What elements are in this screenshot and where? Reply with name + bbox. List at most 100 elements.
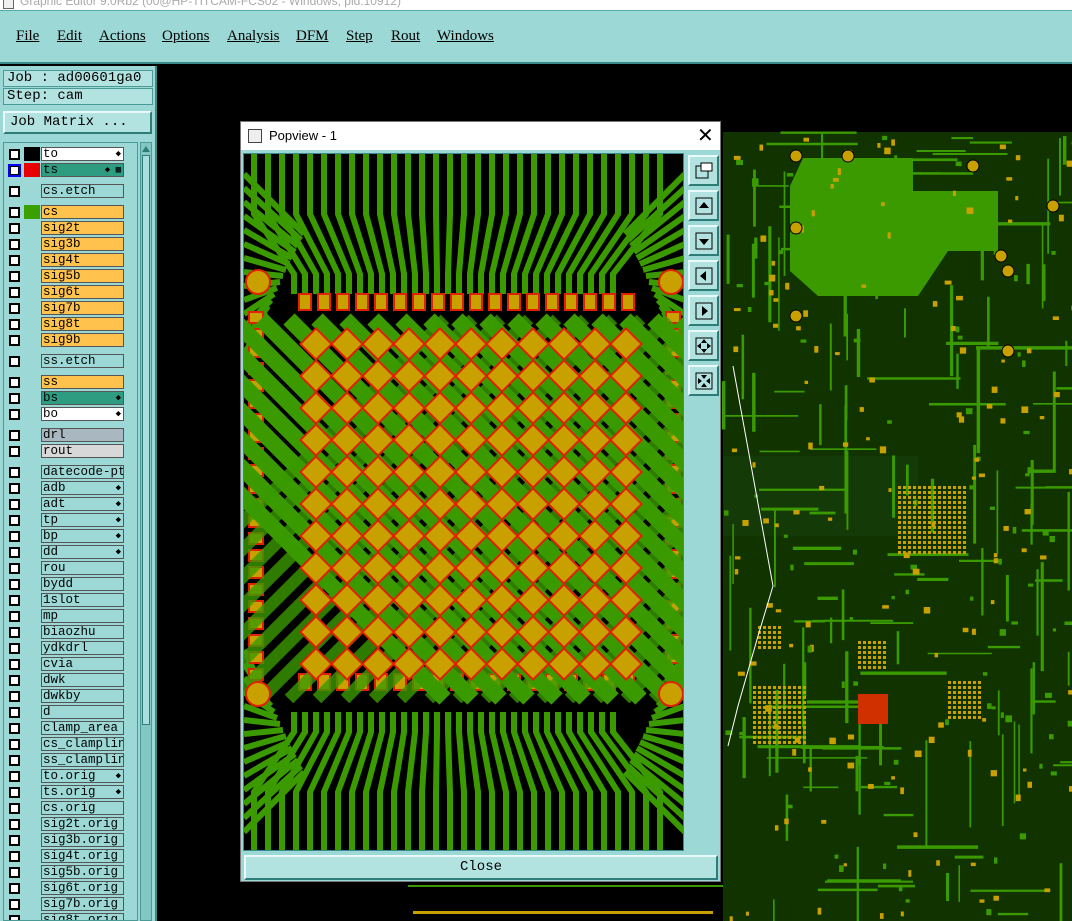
layer-checkbox[interactable] — [9, 483, 20, 494]
layer-color-swatch[interactable] — [24, 301, 40, 315]
layer-checkbox[interactable] — [9, 595, 20, 606]
layer-checkbox[interactable] — [9, 499, 20, 510]
layer-row-ts.orig[interactable]: ts.orig ◆ — [4, 784, 128, 800]
layer-name[interactable]: sig7b.orig — [41, 897, 124, 911]
layer-name[interactable]: to.orig ◆ — [41, 769, 124, 783]
layer-checkbox[interactable] — [9, 899, 20, 910]
layer-row-sig8t[interactable]: sig8t — [4, 316, 128, 332]
layer-name[interactable]: 1slot — [41, 593, 124, 607]
layer-color-swatch[interactable] — [24, 513, 40, 527]
layer-checkbox[interactable] — [9, 207, 20, 218]
layer-checkbox[interactable] — [9, 239, 20, 250]
layer-color-swatch[interactable] — [24, 444, 40, 458]
pan-up-button[interactable] — [688, 190, 719, 221]
layer-row-ts[interactable]: ts ◆ ▦ — [4, 162, 128, 178]
pan-down-button[interactable] — [688, 225, 719, 256]
layer-row-ydkdrl[interactable]: ydkdrl — [4, 640, 128, 656]
layer-name[interactable]: ts ◆ ▦ — [41, 163, 124, 177]
layer-color-swatch[interactable] — [24, 407, 40, 421]
layer-color-swatch[interactable] — [24, 147, 40, 161]
layer-color-swatch[interactable] — [24, 497, 40, 511]
layer-row-drl[interactable]: drl — [4, 427, 128, 443]
layer-color-swatch[interactable] — [24, 753, 40, 767]
layer-checkbox[interactable] — [9, 271, 20, 282]
menu-options[interactable]: Options — [162, 28, 210, 45]
layer-color-swatch[interactable] — [24, 391, 40, 405]
layer-name[interactable]: sig8t.orig — [41, 913, 124, 920]
layer-color-swatch[interactable] — [24, 428, 40, 442]
layer-color-swatch[interactable] — [24, 465, 40, 479]
layer-name[interactable]: dwk — [41, 673, 124, 687]
layer-checkbox[interactable] — [9, 515, 20, 526]
layer-row-bs[interactable]: bs ◆ — [4, 390, 128, 406]
layer-checkbox[interactable] — [9, 723, 20, 734]
layer-color-swatch[interactable] — [24, 285, 40, 299]
layer-row-sig4t.orig[interactable]: sig4t.orig — [4, 848, 128, 864]
layer-name[interactable]: ts.orig ◆ — [41, 785, 124, 799]
layer-name[interactable]: dd ◆ — [41, 545, 124, 559]
layer-row-sig2t.orig[interactable]: sig2t.orig — [4, 816, 128, 832]
layer-checkbox[interactable] — [9, 771, 20, 782]
layer-name[interactable]: cs — [41, 205, 124, 219]
menu-step[interactable]: Step — [346, 28, 373, 45]
layer-name[interactable]: cvia — [41, 657, 124, 671]
layer-row-sig6t[interactable]: sig6t — [4, 284, 128, 300]
layer-checkbox[interactable] — [9, 851, 20, 862]
layer-checkbox[interactable] — [9, 915, 20, 920]
layer-checkbox[interactable] — [9, 707, 20, 718]
layer-row-sig5b[interactable]: sig5b — [4, 268, 128, 284]
layer-color-swatch[interactable] — [24, 577, 40, 591]
layer-name[interactable]: ss_clampline — [41, 753, 124, 767]
pan-left-button[interactable] — [688, 260, 719, 291]
zoom-out-button[interactable] — [688, 365, 719, 396]
layer-checkbox[interactable] — [9, 186, 20, 197]
menu-edit[interactable]: Edit — [57, 28, 82, 45]
layer-name[interactable]: cs_clampline — [41, 737, 124, 751]
layer-name[interactable]: drl — [41, 428, 124, 442]
layer-checkbox[interactable] — [9, 611, 20, 622]
layer-color-swatch[interactable] — [24, 689, 40, 703]
layer-row-bo[interactable]: bo ◆ — [4, 406, 128, 422]
close-icon[interactable]: ✕ — [697, 123, 714, 148]
layer-color-swatch[interactable] — [24, 737, 40, 751]
layer-row-cs.orig[interactable]: cs.orig — [4, 800, 128, 816]
layer-checkbox[interactable] — [9, 883, 20, 894]
layer-checkbox[interactable] — [9, 755, 20, 766]
layer-row-dwk[interactable]: dwk — [4, 672, 128, 688]
scroll-thumb[interactable] — [142, 155, 150, 725]
zoom-fit-button[interactable] — [688, 155, 719, 186]
layer-checkbox[interactable] — [9, 835, 20, 846]
layer-color-swatch[interactable] — [24, 801, 40, 815]
menu-windows[interactable]: Windows — [437, 28, 494, 45]
layer-name[interactable]: sig2t.orig — [41, 817, 124, 831]
layer-checkbox[interactable] — [9, 393, 20, 404]
layer-row-rout[interactable]: rout — [4, 443, 128, 459]
layer-name[interactable]: to ◆ — [41, 147, 124, 161]
layer-row-cs.etch[interactable]: cs.etch — [4, 183, 128, 199]
layer-name[interactable]: datecode-ptc — [41, 465, 124, 479]
layer-color-swatch[interactable] — [24, 817, 40, 831]
layer-name[interactable]: sig4t — [41, 253, 124, 267]
layer-checkbox[interactable] — [9, 356, 20, 367]
layer-color-swatch[interactable] — [24, 641, 40, 655]
layer-row-ss_clampline[interactable]: ss_clampline — [4, 752, 128, 768]
layer-color-swatch[interactable] — [24, 865, 40, 879]
layer-color-swatch[interactable] — [24, 375, 40, 389]
layer-row-cs[interactable]: cs — [4, 204, 128, 220]
layer-checkbox[interactable] — [9, 627, 20, 638]
layer-row-tp[interactable]: tp ◆ — [4, 512, 128, 528]
layer-color-swatch[interactable] — [24, 481, 40, 495]
layer-checkbox[interactable] — [9, 739, 20, 750]
layer-name[interactable]: sig5b.orig — [41, 865, 124, 879]
layer-row-dwkby[interactable]: dwkby — [4, 688, 128, 704]
layer-name[interactable]: bp ◆ — [41, 529, 124, 543]
layer-checkbox[interactable] — [9, 446, 20, 457]
layer-checkbox[interactable] — [9, 303, 20, 314]
layer-color-swatch[interactable] — [24, 354, 40, 368]
layer-row-sig4t[interactable]: sig4t — [4, 252, 128, 268]
layer-checkbox[interactable] — [9, 287, 20, 298]
layer-row-1slot[interactable]: 1slot — [4, 592, 128, 608]
layer-row-sig6t.orig[interactable]: sig6t.orig — [4, 880, 128, 896]
layer-name[interactable]: clamp_area — [41, 721, 124, 735]
layer-name[interactable]: sig3b.orig — [41, 833, 124, 847]
